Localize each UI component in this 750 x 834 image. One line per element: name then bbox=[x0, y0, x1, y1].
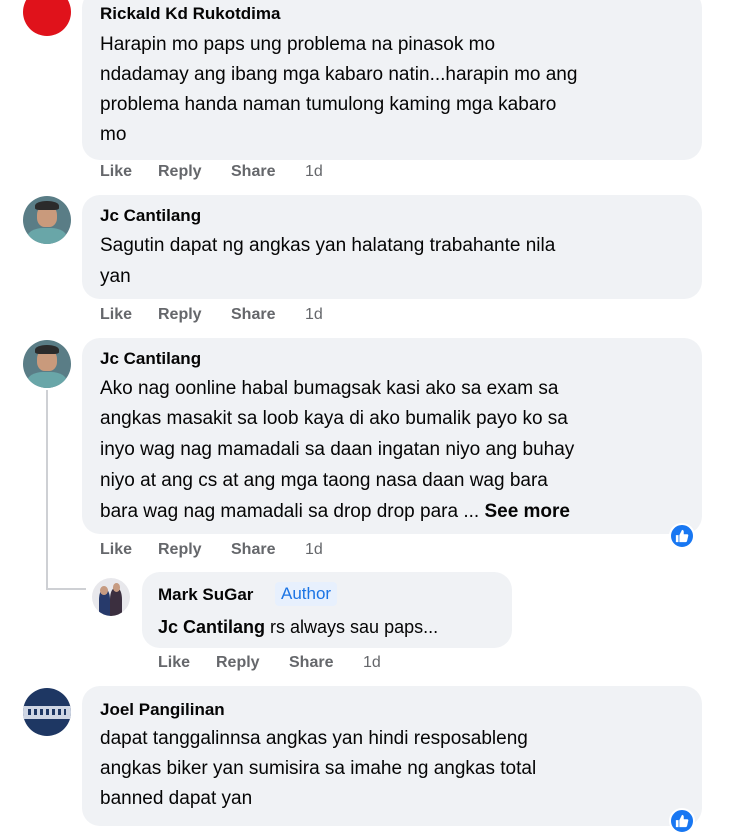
tagged-user-link[interactable]: Jc Cantilang bbox=[158, 617, 265, 637]
comment-actions: Like Reply Share 1d bbox=[100, 306, 400, 326]
like-reaction-icon[interactable] bbox=[669, 523, 695, 549]
comment-text-line: problema handa naman tumulong kaming mga… bbox=[100, 94, 557, 115]
avatar-jc-cantilang[interactable] bbox=[23, 340, 71, 388]
comment-author[interactable]: Joel Pangilinan bbox=[100, 700, 225, 720]
comment-text-line: angkas biker yan sumisira sa imahe ng an… bbox=[100, 758, 537, 779]
reply-button[interactable]: Reply bbox=[158, 541, 202, 559]
thread-line-branch bbox=[46, 588, 86, 590]
share-button[interactable]: Share bbox=[231, 163, 275, 181]
comment-text-line: niyo at ang cs at ang mga taong nasa daa… bbox=[100, 470, 548, 491]
like-button[interactable]: Like bbox=[100, 306, 132, 324]
thread-line bbox=[46, 390, 48, 590]
comment-author[interactable]: Jc Cantilang bbox=[100, 349, 201, 369]
comment-text-line: Sagutin dapat ng angkas yan halatang tra… bbox=[100, 235, 556, 256]
comment-text-line: angkas masakit sa loob kaya di ako bumal… bbox=[100, 408, 568, 429]
reply-text: Jc Cantilang rs always sau paps... bbox=[158, 614, 438, 640]
comment-text-line: yan bbox=[100, 266, 131, 287]
reply-button[interactable]: Reply bbox=[158, 163, 202, 181]
timestamp[interactable]: 1d bbox=[305, 163, 323, 181]
comment-text-line: inyo wag nag mamadali sa daan ingatan ni… bbox=[100, 439, 575, 460]
comment-author[interactable]: Rickald Kd Rukotdima bbox=[100, 4, 280, 24]
share-button[interactable]: Share bbox=[231, 541, 275, 559]
comment-text-line: banned dapat yan bbox=[100, 788, 253, 809]
reply-text-body: rs always sau paps... bbox=[265, 617, 439, 637]
avatar-rickald[interactable] bbox=[23, 0, 71, 36]
avatar-jc-cantilang[interactable] bbox=[23, 196, 71, 244]
comment-text-line-last: bara wag nag mamadali sa drop drop para … bbox=[100, 497, 570, 527]
comment-text-truncated: bara wag nag mamadali sa drop drop para … bbox=[100, 501, 480, 522]
reply-actions: Like Reply Share 1d bbox=[158, 654, 458, 674]
comment-actions: Like Reply Share 1d bbox=[100, 163, 400, 183]
share-button[interactable]: Share bbox=[289, 654, 333, 672]
avatar-mark-sugar[interactable] bbox=[92, 578, 130, 616]
like-button[interactable]: Like bbox=[100, 163, 132, 181]
comment-actions: Like Reply Share 1d bbox=[100, 541, 400, 561]
timestamp[interactable]: 1d bbox=[305, 306, 323, 324]
comment-author[interactable]: Jc Cantilang bbox=[100, 206, 201, 226]
comment-text-line: Harapin mo paps ung problema na pinasok … bbox=[100, 34, 496, 55]
avatar-joel-pangilinan[interactable] bbox=[23, 688, 71, 736]
like-reaction-icon[interactable] bbox=[669, 808, 695, 834]
reply-author[interactable]: Mark SuGar bbox=[158, 585, 253, 605]
reply-button[interactable]: Reply bbox=[158, 306, 202, 324]
like-button[interactable]: Like bbox=[158, 654, 190, 672]
comment-text-line: ndadamay ang ibang mga kabaro natin...ha… bbox=[100, 64, 578, 85]
timestamp[interactable]: 1d bbox=[305, 541, 323, 559]
timestamp[interactable]: 1d bbox=[363, 654, 381, 672]
reply-button[interactable]: Reply bbox=[216, 654, 260, 672]
author-badge: Author bbox=[275, 582, 338, 606]
comment-text-line: dapat tanggalinnsa angkas yan hindi resp… bbox=[100, 728, 528, 749]
share-button[interactable]: Share bbox=[231, 306, 275, 324]
see-more-link[interactable]: See more bbox=[484, 501, 570, 522]
comment-text-line: Ako nag oonline habal bumagsak kasi ako … bbox=[100, 378, 559, 399]
comment-text-line: mo bbox=[100, 124, 127, 145]
like-button[interactable]: Like bbox=[100, 541, 132, 559]
